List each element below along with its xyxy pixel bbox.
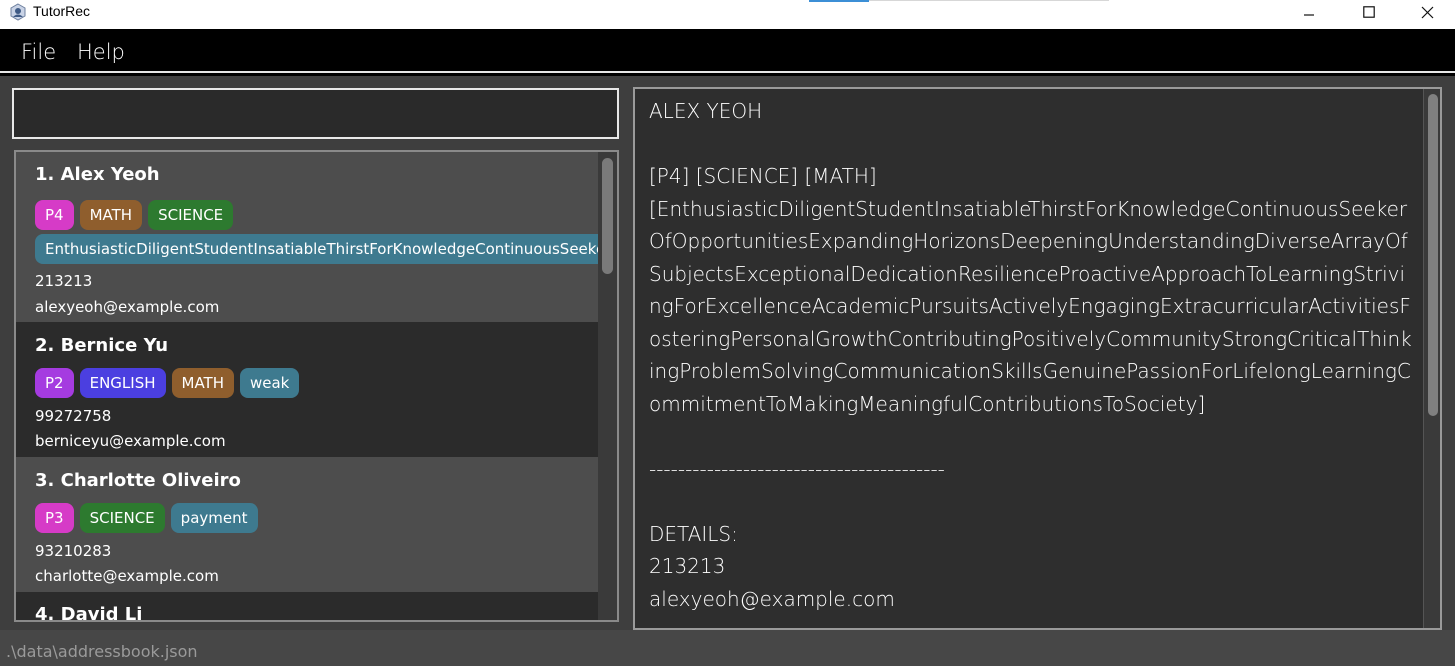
person-card[interactable]: 2. Bernice Yu P2 ENGLISH MATH weak 99272758… — [16, 322, 598, 457]
person-email: alexyeoh@example.com — [35, 298, 220, 316]
person-name: 4. David Li — [35, 604, 143, 622]
tag: MATH — [171, 368, 234, 398]
list-scrollbar-thumb[interactable] — [602, 158, 613, 274]
tag: SCIENCE — [148, 200, 234, 230]
detail-details-label: DETAILS: — [649, 521, 738, 546]
detail-blank — [649, 420, 1415, 453]
person-card[interactable]: 1. Alex Yeoh P4 MATH SCIENCE EnthusiasticD… — [16, 152, 598, 322]
tag: P4 — [35, 200, 74, 230]
tag: P3 — [35, 503, 74, 533]
detail-content: ALEX YEOH [P4] [SCIENCE] [MATH] [Enthusi… — [649, 95, 1415, 615]
tag: EnthusiasticDiligentStudentInsatiableThi… — [35, 234, 598, 264]
person-card[interactable]: 4. David Li — [16, 592, 598, 622]
menu-file[interactable]: File — [21, 40, 56, 64]
tag: MATH — [79, 200, 143, 230]
tag-list: P2 ENGLISH MATH weak — [35, 368, 305, 398]
tag-list: P3 SCIENCE payment — [35, 503, 264, 533]
person-phone: 213213 — [35, 272, 93, 290]
minimize-icon — [1304, 14, 1314, 16]
person-email: berniceyu@example.com — [35, 432, 226, 450]
detail-phone: 213213 — [649, 554, 726, 578]
maximize-icon — [1363, 6, 1375, 18]
person-name: 3. Charlotte Oliveiro — [35, 470, 241, 491]
tag: P2 — [35, 368, 74, 398]
detail-name: ALEX YEOH — [649, 99, 763, 123]
detail-panel: ALEX YEOH [P4] [SCIENCE] [MATH] [Enthusi… — [633, 87, 1442, 630]
detail-long-tag: [EnthusiasticDiligentStudentInsatiableTh… — [649, 196, 1412, 416]
detail-email: alexyeoh@example.com — [649, 586, 895, 611]
person-email: charlotte@example.com — [35, 567, 219, 585]
person-card[interactable]: 3. Charlotte Oliveiro P3 SCIENCE payment 9… — [16, 457, 598, 592]
title-divider — [869, 0, 1109, 1]
minimize-button[interactable] — [1286, 0, 1332, 24]
close-button[interactable] — [1404, 0, 1450, 24]
window-title: TutorRec — [33, 3, 91, 19]
person-name: 2. Bernice Yu — [35, 335, 169, 356]
app-icon — [10, 3, 26, 21]
menu-bar: File Help — [0, 29, 1455, 73]
command-input[interactable] — [12, 88, 619, 139]
main-area: 1. Alex Yeoh P4 MATH SCIENCE EnthusiasticD… — [0, 76, 1455, 630]
detail-blank — [649, 485, 1415, 518]
maximize-button[interactable] — [1346, 0, 1392, 24]
detail-blank — [649, 128, 1415, 161]
tag: payment — [170, 503, 258, 533]
person-name: 1. Alex Yeoh — [35, 164, 160, 185]
tag: ENGLISH — [79, 368, 166, 398]
tag-list-long: EnthusiasticDiligentStudentInsatiableThi… — [35, 234, 598, 264]
detail-separator: ----------------------------------------… — [649, 456, 945, 481]
detail-scrollbar-thumb[interactable] — [1428, 94, 1438, 416]
tag: SCIENCE — [79, 503, 165, 533]
title-bar: TutorRec — [0, 0, 1455, 29]
person-phone: 99272758 — [35, 407, 112, 425]
status-file-path: .\data\addressbook.json — [6, 642, 198, 661]
person-list[interactable]: 1. Alex Yeoh P4 MATH SCIENCE EnthusiasticD… — [14, 150, 619, 622]
status-bar: .\data\addressbook.json — [0, 630, 1455, 666]
title-accent — [809, 0, 869, 2]
close-icon — [1421, 6, 1433, 18]
tag: weak — [239, 368, 300, 398]
tag-list: P4 MATH SCIENCE — [35, 200, 239, 230]
menu-help[interactable]: Help — [77, 40, 125, 64]
detail-tags: [P4] [SCIENCE] [MATH] — [649, 164, 877, 188]
person-phone: 93210283 — [35, 542, 112, 560]
